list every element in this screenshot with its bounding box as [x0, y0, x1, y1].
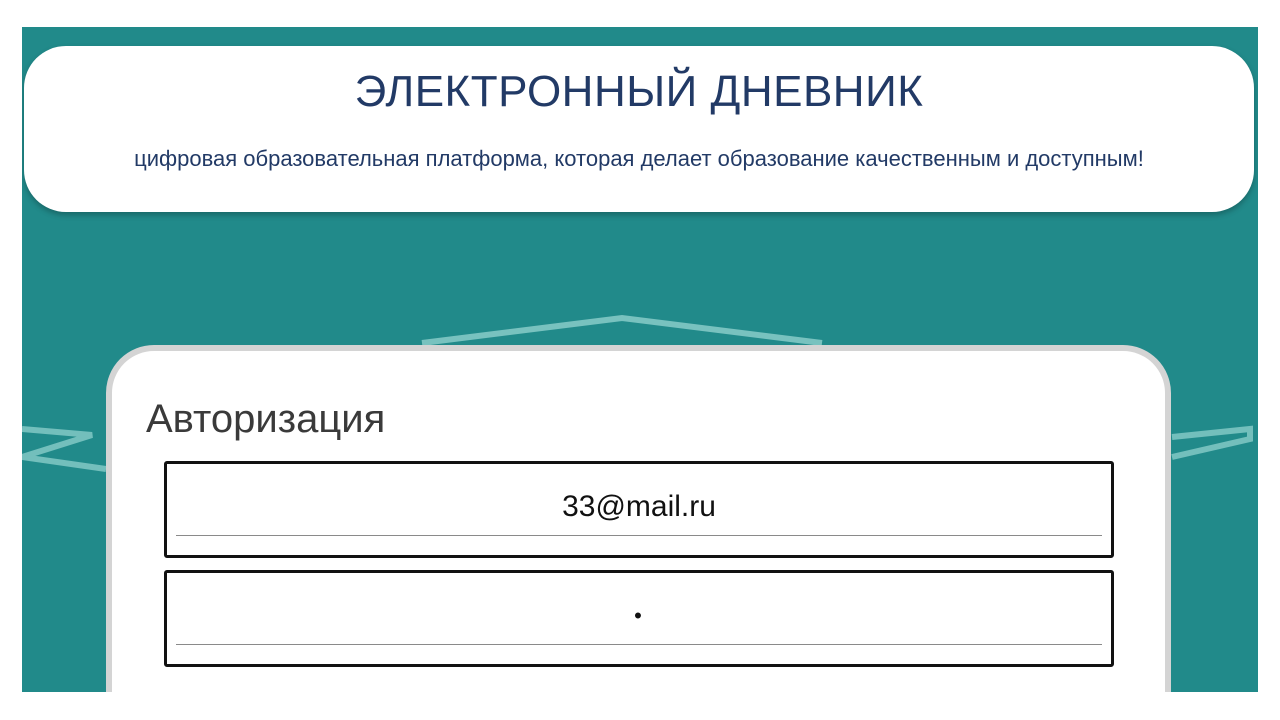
decorative-right-line [1171, 425, 1253, 460]
app-screen: ЭЛЕКТРОННЫЙ ДНЕВНИК цифровая образовател… [22, 27, 1258, 692]
login-title: Авторизация [146, 397, 386, 441]
header-card: ЭЛЕКТРОННЫЙ ДНЕВНИК цифровая образовател… [24, 46, 1254, 212]
password-input[interactable] [176, 587, 1102, 645]
email-field-box [164, 461, 1114, 558]
decorative-roof-line [421, 314, 823, 346]
app-subtitle: цифровая образовательная платформа, кото… [134, 146, 1144, 171]
login-card: Авторизация [106, 345, 1171, 692]
password-field-box [164, 570, 1114, 667]
app-title: ЭЛЕКТРОННЫЙ ДНЕВНИК [354, 67, 924, 116]
decorative-left-line [22, 426, 107, 472]
email-input[interactable] [176, 478, 1102, 536]
